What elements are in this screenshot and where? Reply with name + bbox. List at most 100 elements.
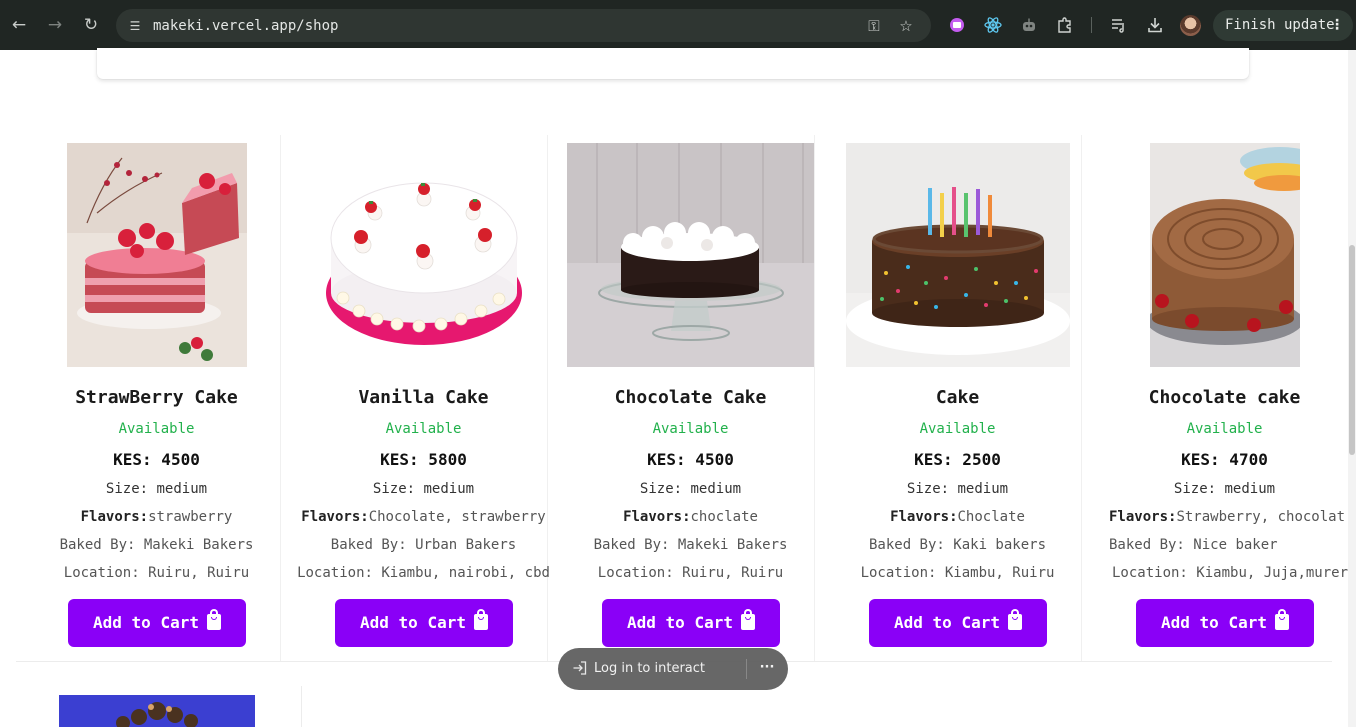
shopping-bag-icon xyxy=(740,609,755,630)
baker-name: Urban Bakers xyxy=(415,537,517,553)
baked-label: Baked By: xyxy=(868,537,945,553)
card-divider xyxy=(301,686,302,727)
location-label: Location: xyxy=(860,565,937,581)
reload-icon[interactable]: ↻ xyxy=(79,13,103,37)
extension-purple-icon[interactable] xyxy=(946,14,968,36)
add-to-cart-button[interactable]: Add to Cart xyxy=(602,599,780,647)
toolbar-separator xyxy=(1091,17,1092,33)
browser-toolbar: ← → ↻ ☰ makeki.vercel.app/shop ⚿ ☆ Finis… xyxy=(0,0,1356,50)
size-label: Size: xyxy=(1173,481,1217,497)
finish-update-button[interactable]: Finish update ⋮ xyxy=(1213,10,1353,41)
baker-name: Nice baker xyxy=(1193,537,1278,553)
baked-label: Baked By: xyxy=(59,537,136,553)
product-card: StrawBerry Cake Available KES: 4500 Size… xyxy=(23,143,290,648)
location-value: Kiambu, Ruiru xyxy=(944,565,1055,581)
product-title: Cake xyxy=(935,387,980,408)
product-size: Size: medium xyxy=(290,480,557,498)
react-devtools-icon[interactable] xyxy=(982,14,1004,36)
scrollbar-thumb[interactable] xyxy=(1349,245,1355,455)
location-label: Location: xyxy=(597,565,674,581)
extensions-puzzle-icon[interactable] xyxy=(1054,14,1076,36)
product-price: KES: 4700 xyxy=(1181,450,1268,469)
product-title: Chocolate cake xyxy=(1148,387,1301,408)
more-menu-icon[interactable]: ⋮ xyxy=(1330,10,1344,41)
product-flavors: Flavors:strawberry xyxy=(23,508,290,526)
baker-name: Makeki Bakers xyxy=(677,537,788,553)
back-arrow-icon[interactable]: ← xyxy=(7,13,31,37)
flavors-label: Flavors: xyxy=(301,509,369,525)
baked-label: Baked By: xyxy=(330,537,407,553)
shopping-bag-icon xyxy=(1274,609,1289,630)
baker-name: Kaki bakers xyxy=(953,537,1046,553)
product-image[interactable] xyxy=(323,143,525,367)
product-image[interactable] xyxy=(1150,143,1300,367)
product-flavors: Flavors:choclate xyxy=(557,508,824,526)
add-to-cart-button[interactable]: Add to Cart xyxy=(335,599,513,647)
product-size: Size: medium xyxy=(557,480,824,498)
add-to-cart-label: Add to Cart xyxy=(1161,613,1267,632)
add-to-cart-label: Add to Cart xyxy=(93,613,199,632)
product-baker: Baked By: Makeki Bakers xyxy=(557,536,824,554)
product-card: Vanilla Cake Available KES: 5800 Size: m… xyxy=(290,143,557,648)
profile-avatar[interactable] xyxy=(1180,15,1201,36)
reading-list-icon[interactable] xyxy=(1108,14,1130,36)
location-label: Location: xyxy=(1112,565,1188,581)
bookmark-star-icon[interactable]: ☆ xyxy=(895,15,917,37)
flavors-label: Flavors: xyxy=(80,509,149,525)
size-value: medium xyxy=(690,481,742,497)
add-to-cart-button[interactable]: Add to Cart xyxy=(68,599,246,647)
availability-status: Available xyxy=(919,421,996,437)
add-to-cart-label: Add to Cart xyxy=(894,613,1000,632)
product-baker: Baked By: Nice baker xyxy=(1109,536,1348,554)
shopping-bag-icon xyxy=(473,609,488,630)
size-label: Size: xyxy=(906,481,950,497)
download-icon[interactable] xyxy=(1144,14,1166,36)
size-value: medium xyxy=(156,481,208,497)
url-text[interactable]: makeki.vercel.app/shop xyxy=(153,17,338,35)
more-options-icon[interactable]: ··· xyxy=(756,658,778,680)
product-price: KES: 2500 xyxy=(914,450,1001,469)
product-size: Size: medium xyxy=(23,480,290,498)
login-to-interact-label[interactable]: Log in to interact xyxy=(594,660,705,678)
product-title: Vanilla Cake xyxy=(358,387,489,408)
location-value: Kiambu, nairobi, cbd xyxy=(381,565,550,581)
size-value: medium xyxy=(423,481,475,497)
product-image[interactable] xyxy=(567,143,814,367)
product-card: Cake Available KES: 2500 Size: medium Fl… xyxy=(824,143,1091,648)
forward-arrow-icon[interactable]: → xyxy=(43,13,67,37)
robot-extension-icon[interactable] xyxy=(1018,14,1040,36)
product-location: Location: Kiambu, nairobi, cbd xyxy=(290,564,557,582)
product-image[interactable] xyxy=(67,143,247,367)
location-label: Location: xyxy=(297,565,373,581)
add-to-cart-button[interactable]: Add to Cart xyxy=(1136,599,1314,647)
flavors-label: Flavors: xyxy=(1109,509,1177,525)
password-key-icon[interactable]: ⚿ xyxy=(863,15,885,37)
availability-status: Available xyxy=(118,421,195,437)
product-baker: Baked By: Makeki Bakers xyxy=(23,536,290,554)
flavors-value: Choclate xyxy=(957,509,1025,525)
size-value: medium xyxy=(1224,481,1276,497)
site-info-icon[interactable]: ☰ xyxy=(126,17,144,35)
product-location: Location: Kiambu, Ruiru xyxy=(824,564,1091,582)
location-value: Ruiru, Ruiru xyxy=(682,565,784,581)
product-size: Size: medium xyxy=(824,480,1091,498)
size-label: Size: xyxy=(639,481,683,497)
product-location: Location: Ruiru, Ruiru xyxy=(557,564,824,582)
product-image[interactable] xyxy=(59,695,255,727)
product-flavors: Flavors:Strawberry, chocolat xyxy=(1109,508,1348,526)
add-to-cart-button[interactable]: Add to Cart xyxy=(869,599,1047,647)
shopping-bag-icon xyxy=(1007,609,1022,630)
availability-status: Available xyxy=(385,421,462,437)
pill-separator xyxy=(746,659,747,679)
product-flavors: Flavors:Chocolate, strawberry xyxy=(290,508,557,526)
address-bar[interactable]: ☰ makeki.vercel.app/shop ⚿ ☆ xyxy=(116,9,931,42)
product-price: KES: 4500 xyxy=(647,450,734,469)
login-icon xyxy=(571,660,589,678)
availability-status: Available xyxy=(1186,421,1263,437)
login-to-interact-bar[interactable]: Log in to interact ··· xyxy=(558,648,788,690)
flavors-label: Flavors: xyxy=(890,509,958,525)
product-location: Location: Ruiru, Ruiru xyxy=(23,564,290,582)
baked-label: Baked By: xyxy=(593,537,670,553)
flavors-value: choclate xyxy=(690,509,758,525)
product-image[interactable] xyxy=(846,143,1070,367)
